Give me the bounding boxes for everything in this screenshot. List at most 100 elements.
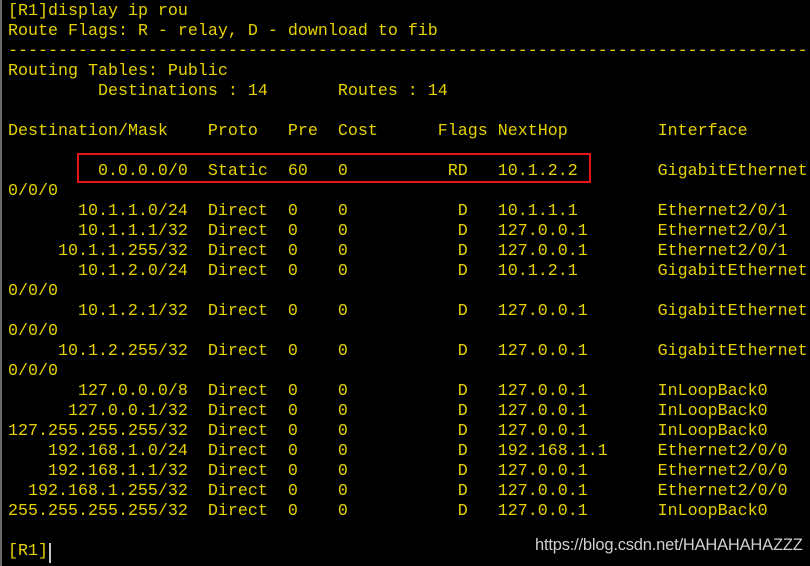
route-cost: 0 — [337, 382, 348, 401]
table-row: 10.1.1.0/24 Direct 0 0 D 10.1.1.1 Ethernet2/0/… — [8, 202, 809, 222]
route-proto: Direct — [207, 402, 268, 421]
route-proto: Direct — [207, 422, 268, 441]
header-interface: Interface — [657, 122, 748, 141]
route-cost: 0 — [337, 222, 348, 241]
route-nexthop: 127.0.0.1 — [497, 482, 588, 501]
table-title: Routing Tables: Public — [8, 62, 228, 81]
watermark: https://blog.csdn.net/HAHAHAHAZZZ — [535, 536, 803, 554]
route-proto: Direct — [207, 342, 268, 361]
route-nexthop: 10.1.1.1 — [497, 202, 578, 221]
route-nexthop: 127.0.0.1 — [497, 242, 588, 261]
table-row: 255.255.255.255/32 Direct 0 0 D 127.0.0.1 InLo… — [8, 502, 809, 522]
route-flags: D — [457, 302, 468, 321]
route-interface: Ethernet2/0/0 — [657, 462, 788, 481]
route-cost: 0 — [337, 262, 348, 281]
highlight-box — [77, 153, 591, 183]
table-row: 192.168.1.1/32 Direct 0 0 D 127.0.0.1 Ethernet… — [8, 462, 809, 482]
route-cost: 0 — [337, 202, 348, 221]
route-pre: 0 — [287, 482, 298, 501]
header-cost: Cost — [337, 122, 378, 141]
header-proto: Proto — [207, 122, 258, 141]
route-flags: D — [457, 462, 468, 481]
prompt: [R1] — [8, 542, 48, 561]
route-flags: D — [457, 222, 468, 241]
route-table: 0.0.0.0/0 Static 60 0 RD 10.1.2.2 GigabitEther… — [8, 162, 809, 522]
route-proto: Direct — [207, 442, 268, 461]
route-pre: 0 — [287, 202, 298, 221]
header-nexthop: NextHop — [497, 122, 568, 141]
route-destination: 192.168.1.0/24 — [47, 442, 188, 461]
route-destination: 127.0.0.0/8 — [77, 382, 188, 401]
route-cost: 0 — [337, 502, 348, 521]
route-pre: 0 — [287, 302, 298, 321]
route-pre: 0 — [287, 382, 298, 401]
route-destination: 10.1.1.255/32 — [57, 242, 188, 261]
route-cost: 0 — [337, 342, 348, 361]
route-destination: 192.168.1.255/32 — [27, 482, 188, 501]
table-row: 10.1.1.1/32 Direct 0 0 D 127.0.0.1 Ethernet2/0… — [8, 222, 809, 242]
route-nexthop: 127.0.0.1 — [497, 422, 588, 441]
route-proto: Direct — [207, 302, 268, 321]
route-destination: 10.1.1.1/32 — [77, 222, 188, 241]
route-pre: 0 — [287, 342, 298, 361]
route-pre: 0 — [287, 262, 298, 281]
route-destination: 10.1.2.1/32 — [77, 302, 188, 321]
table-row: 10.1.2.0/24 Direct 0 0 D 10.1.2.1 GigabitEther… — [8, 262, 809, 302]
route-flags: D — [457, 442, 468, 461]
route-flags-legend: Route Flags: R - relay, D - download to … — [8, 22, 438, 41]
terminal-window[interactable]: [R1]display ip rou Route Flags: R - rela… — [0, 0, 810, 566]
route-flags: D — [457, 382, 468, 401]
route-destination: 10.1.1.0/24 — [77, 202, 188, 221]
table-row: 127.0.0.0/8 Direct 0 0 D 127.0.0.1 InLoopBack0 — [8, 382, 809, 402]
route-proto: Direct — [207, 202, 268, 221]
route-destination: 10.1.2.255/32 — [57, 342, 188, 361]
route-proto: Direct — [207, 222, 268, 241]
summary-line: Destinations : 14 Routes : 14 — [8, 82, 808, 102]
route-proto: Direct — [207, 262, 268, 281]
header-pre: Pre — [287, 122, 318, 141]
header-flags: Flags — [437, 122, 488, 141]
table-header: Destination/Mask Proto Pre Cost Flags Ne… — [8, 122, 808, 142]
separator: ----------------------------------------… — [8, 42, 810, 61]
route-proto: Direct — [207, 382, 268, 401]
route-interface: InLoopBack0 — [657, 382, 768, 401]
table-row: 127.0.0.1/32 Direct 0 0 D 127.0.0.1 InLoopBack… — [8, 402, 809, 422]
route-pre: 0 — [287, 402, 298, 421]
route-pre: 0 — [287, 442, 298, 461]
route-nexthop: 192.168.1.1 — [497, 442, 608, 461]
route-pre: 0 — [287, 462, 298, 481]
route-destination: 127.0.0.1/32 — [67, 402, 188, 421]
route-nexthop: 127.0.0.1 — [497, 342, 588, 361]
route-interface: Ethernet2/0/1 — [657, 222, 788, 241]
table-row: 192.168.1.0/24 Direct 0 0 D 192.168.1.1 Ethern… — [8, 442, 809, 462]
route-interface: Ethernet2/0/0 — [657, 482, 788, 501]
destinations-count: Destinations : 14 — [97, 82, 268, 101]
route-nexthop: 10.1.2.1 — [497, 262, 578, 281]
route-flags: D — [457, 242, 468, 261]
route-nexthop: 127.0.0.1 — [497, 502, 588, 521]
table-row: 127.255.255.255/32 Direct 0 0 D 127.0.0.1 InLo… — [8, 422, 809, 442]
route-cost: 0 — [337, 482, 348, 501]
route-interface: InLoopBack0 — [657, 502, 768, 521]
route-cost: 0 — [337, 422, 348, 441]
route-proto: Direct — [207, 482, 268, 501]
route-nexthop: 127.0.0.1 — [497, 382, 588, 401]
table-row: 10.1.2.255/32 Direct 0 0 D 127.0.0.1 GigabitEt… — [8, 342, 809, 382]
route-cost: 0 — [337, 462, 348, 481]
table-row: 192.168.1.255/32 Direct 0 0 D 127.0.0.1 Ethern… — [8, 482, 809, 502]
route-pre: 0 — [287, 242, 298, 261]
route-destination: 192.168.1.1/32 — [47, 462, 188, 481]
route-nexthop: 127.0.0.1 — [497, 302, 588, 321]
route-nexthop: 127.0.0.1 — [497, 222, 588, 241]
route-interface: InLoopBack0 — [657, 422, 768, 441]
route-pre: 0 — [287, 502, 298, 521]
route-flags: D — [457, 482, 468, 501]
route-flags: D — [457, 342, 468, 361]
route-interface: Ethernet2/0/0 — [657, 442, 788, 461]
route-proto: Direct — [207, 502, 268, 521]
route-cost: 0 — [337, 242, 348, 261]
route-cost: 0 — [337, 442, 348, 461]
route-flags: D — [457, 202, 468, 221]
text-cursor — [49, 543, 51, 563]
header-dest: Destination/Mask — [8, 122, 168, 141]
